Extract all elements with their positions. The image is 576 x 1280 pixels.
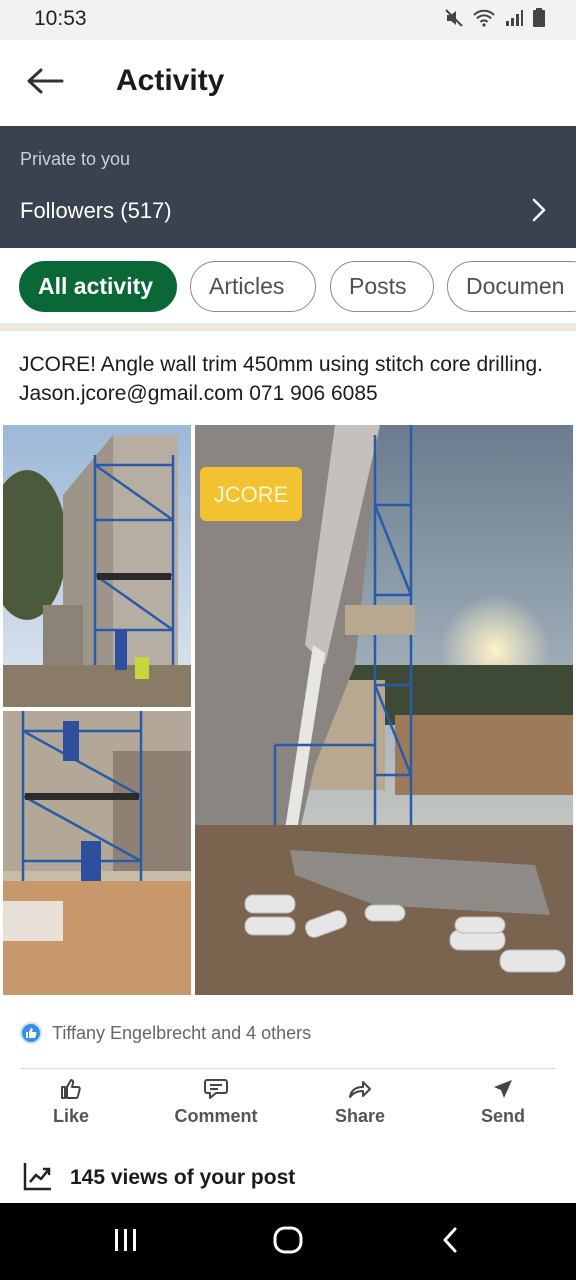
followers-label: Followers (517) xyxy=(20,198,172,223)
like-label: Like xyxy=(52,1106,90,1126)
nav-back-button[interactable] xyxy=(420,1221,480,1263)
analytics-chart-icon xyxy=(22,1160,54,1197)
tab-all-activity[interactable]: All activity xyxy=(19,261,177,312)
tab-posts[interactable]: Posts xyxy=(330,261,434,312)
reactions-text: Tiffany Engelbrecht and 4 others xyxy=(52,1022,312,1043)
jcore-watermark: JCORE xyxy=(214,482,289,507)
followers-panel: Private to you Followers (517) xyxy=(0,126,576,248)
tab-articles[interactable]: Articles xyxy=(190,261,316,312)
send-button[interactable]: Send xyxy=(443,1074,563,1138)
send-label: Send xyxy=(480,1106,525,1126)
status-time: 10:53 xyxy=(34,7,87,30)
post-image-grid[interactable]: JCORE xyxy=(3,425,573,995)
signal-icon xyxy=(504,8,524,33)
divider xyxy=(20,1068,556,1069)
chevron-right-icon xyxy=(532,198,546,227)
share-arrow-icon xyxy=(347,1074,373,1104)
post-photo-1[interactable] xyxy=(3,425,191,707)
back-icon xyxy=(440,1226,460,1259)
tab-documents[interactable]: Documen xyxy=(447,261,576,312)
like-badge-icon xyxy=(20,1022,42,1044)
private-label: Private to you xyxy=(20,149,131,169)
like-button[interactable]: Like xyxy=(11,1074,131,1138)
mute-icon xyxy=(444,8,464,33)
section-divider xyxy=(0,323,576,331)
post-photo-2[interactable] xyxy=(3,711,191,995)
thumbs-up-icon xyxy=(59,1074,83,1104)
comment-icon xyxy=(203,1074,229,1104)
post-photo-3[interactable]: JCORE xyxy=(195,425,573,995)
recent-apps-icon xyxy=(112,1227,140,1258)
wifi-icon xyxy=(472,8,496,33)
status-bar: 10:53 xyxy=(0,0,576,40)
battery-icon xyxy=(532,8,546,33)
home-icon xyxy=(272,1225,304,1260)
system-nav-bar xyxy=(0,1203,576,1280)
arrow-left-icon xyxy=(26,68,64,99)
views-text: 145 views of your post xyxy=(70,1166,296,1189)
post-text: JCORE! Angle wall trim 450mm using stitc… xyxy=(19,353,544,405)
views-row[interactable]: 145 views of your post xyxy=(22,1158,295,1198)
reactions-row[interactable]: Tiffany Engelbrecht and 4 others xyxy=(20,1018,311,1048)
recent-apps-button[interactable] xyxy=(96,1221,156,1263)
filter-bar: All activity Articles Posts Documen xyxy=(0,248,576,326)
followers-row[interactable]: Followers (517) xyxy=(0,188,576,234)
comment-label: Comment xyxy=(174,1106,258,1126)
send-icon xyxy=(491,1074,515,1104)
home-button[interactable] xyxy=(258,1221,318,1263)
page-title: Activity xyxy=(116,64,225,97)
share-button[interactable]: Share xyxy=(300,1074,420,1138)
share-label: Share xyxy=(334,1106,386,1126)
app-header: Activity xyxy=(0,40,576,126)
status-icons xyxy=(444,8,546,33)
back-button[interactable] xyxy=(24,62,66,104)
comment-button[interactable]: Comment xyxy=(156,1074,276,1138)
post-action-bar: Like Comment Share Send xyxy=(0,1074,576,1138)
